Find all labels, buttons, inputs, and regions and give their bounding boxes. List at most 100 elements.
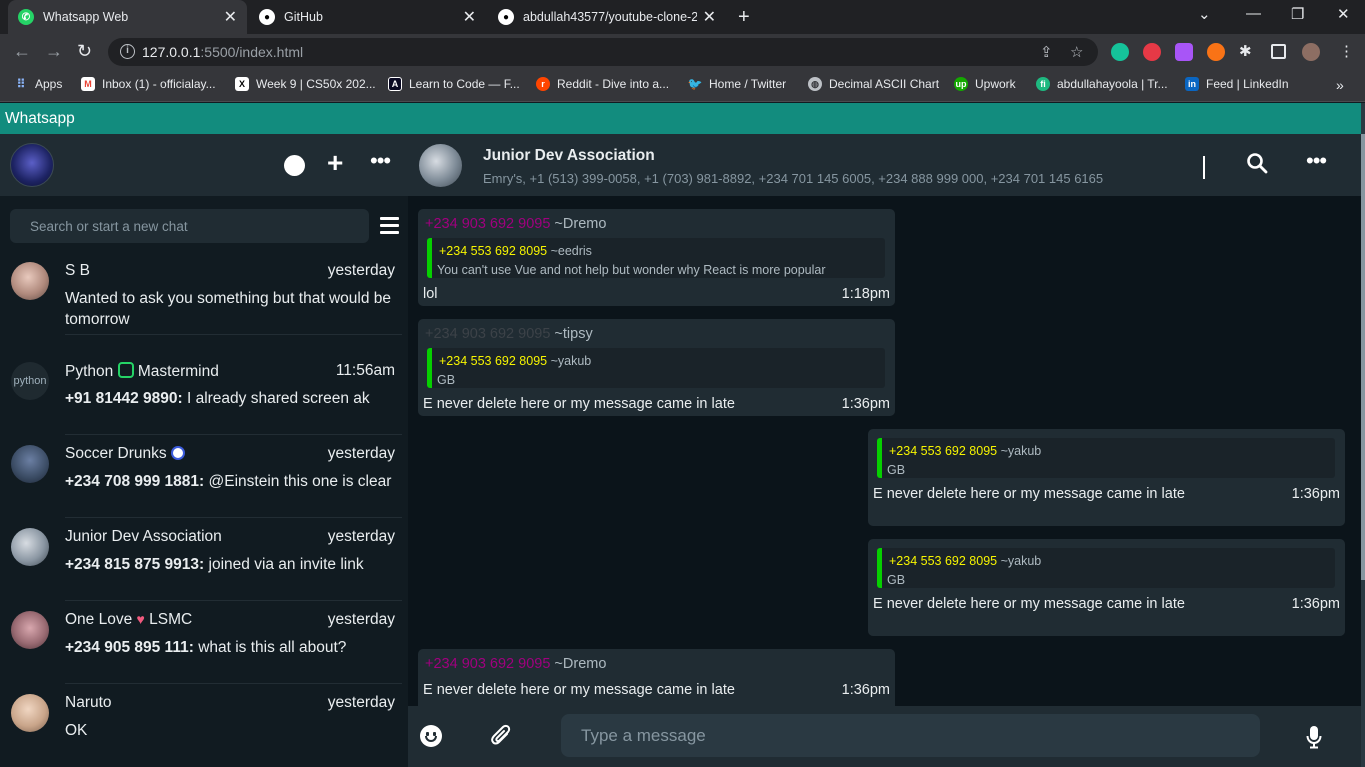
chat-list-item[interactable]: S B yesterday Wanted to ask you somethin… — [0, 252, 408, 335]
search-input[interactable] — [10, 209, 369, 243]
chat-time: yesterday — [327, 445, 395, 462]
emoji-icon[interactable] — [420, 725, 442, 747]
message-time: 1:36pm — [841, 682, 890, 698]
twitter-icon: 🐦 — [687, 77, 703, 91]
conversation-title[interactable]: Junior Dev Association — [483, 147, 655, 165]
bookmark-upwork[interactable]: up Upwork — [954, 77, 1016, 91]
info-icon[interactable]: i — [120, 44, 135, 59]
profile-avatar[interactable] — [1302, 43, 1320, 61]
bookmark-reddit[interactable]: r Reddit - Dive into a... — [536, 77, 669, 91]
extension-orange-icon[interactable] — [1207, 43, 1225, 61]
chat-time: yesterday — [327, 611, 395, 628]
sender-nick: ~tipsy — [554, 326, 593, 342]
message-time: 1:36pm — [841, 396, 890, 412]
grammarly-icon[interactable] — [1111, 43, 1129, 61]
cs50-icon: X — [235, 77, 249, 91]
url-text[interactable]: 127.0.0.1:5500/index.html — [142, 44, 303, 60]
group-avatar[interactable] — [419, 144, 462, 187]
quoted-message[interactable]: +234 553 692 8095 ~yakub GB — [427, 348, 885, 388]
close-icon[interactable]: ✕ — [463, 7, 476, 27]
apps-grid-icon: ⠿ — [16, 77, 26, 91]
app-header: Whatsapp — [0, 103, 1361, 134]
side-panel-icon[interactable] — [1271, 44, 1286, 59]
avatar — [11, 528, 49, 566]
quoted-text: GB — [887, 463, 906, 477]
bookmark-label: Inbox (1) - officialay... — [102, 77, 216, 91]
chat-list-item[interactable]: python Python Mastermind 11:56am +91 814… — [0, 352, 408, 435]
quoted-text: You can't use Vue and not help but wonde… — [437, 263, 826, 277]
search-icon[interactable] — [1246, 152, 1268, 174]
extension-red-icon[interactable] — [1143, 43, 1161, 61]
tab-whatsapp-web[interactable]: ✆ Whatsapp Web ✕ — [8, 0, 247, 34]
sender-nick: ~Dremo — [554, 656, 607, 672]
whatsapp-icon: ✆ — [18, 9, 34, 25]
conversation-menu-icon[interactable]: ••• — [1306, 148, 1327, 174]
message-bubble-outgoing: +234 553 692 8095 ~yakub GB E never dele… — [868, 539, 1345, 636]
bookmark-star-icon[interactable]: ☆ — [1070, 43, 1083, 61]
chat-list-item[interactable]: One Love ♥ LSMC yesterday +234 905 895 1… — [0, 601, 408, 684]
kebab-menu-icon[interactable]: ⋮ — [1339, 42, 1354, 60]
more-bookmarks-icon[interactable]: » — [1336, 77, 1344, 93]
bookmark-linkedin[interactable]: in Feed | LinkedIn — [1185, 77, 1289, 91]
bookmark-cs50[interactable]: X Week 9 | CS50x 202... — [235, 77, 376, 91]
quoted-message[interactable]: +234 553 692 8095 ~yakub GB — [877, 548, 1335, 588]
tab-youtube-clone[interactable]: ● abdullah43577/youtube-clone-2022 ✕ — [488, 0, 726, 34]
sender-number: +234 903 692 9095 — [425, 216, 551, 232]
extension-purple-icon[interactable] — [1175, 43, 1193, 61]
share-icon[interactable]: ⇪ — [1040, 43, 1053, 61]
message-text: E never delete here or my message came i… — [423, 682, 735, 698]
back-icon[interactable]: ← — [13, 41, 31, 62]
chat-list-item[interactable]: Soccer Drunks yesterday +234 708 999 188… — [0, 435, 408, 518]
status-icon[interactable] — [284, 155, 305, 176]
bookmark-freecodecamp[interactable]: A Learn to Code — F... — [388, 77, 520, 91]
close-icon[interactable]: ✕ — [703, 7, 716, 27]
tab-title: Whatsapp Web — [43, 10, 129, 24]
tab-github[interactable]: ● GitHub ✕ — [249, 0, 486, 34]
conversation-header: Junior Dev Association Emry's, +1 (513) … — [408, 134, 1361, 196]
bookmark-apps[interactable]: ⠿ Apps — [14, 77, 63, 91]
sender-number: +234 903 692 9095 — [425, 656, 551, 672]
chat-list-item[interactable]: Junior Dev Association yesterday +234 81… — [0, 518, 408, 601]
close-icon[interactable]: ✕ — [224, 7, 237, 27]
bookmark-abdullahayoola[interactable]: fi abdullahayoola | Tr... — [1036, 77, 1168, 91]
window-close-icon[interactable]: ✕ — [1337, 5, 1350, 23]
address-bar[interactable]: i 127.0.0.1:5500/index.html ⇪ ☆ — [108, 38, 1098, 66]
linkedin-icon: in — [1185, 77, 1199, 91]
profile-avatar[interactable] — [10, 143, 54, 187]
quoted-message[interactable]: +234 553 692 8095 ~yakub GB — [877, 438, 1335, 478]
quoted-nick: ~yakub — [1000, 444, 1042, 458]
message-time: 1:18pm — [841, 286, 890, 302]
hamburger-icon[interactable] — [380, 217, 399, 238]
quoted-sender: +234 553 692 8095 ~eedris — [439, 244, 592, 258]
page-scrollbar-thumb[interactable] — [1361, 134, 1365, 580]
paperclip-icon[interactable] — [490, 724, 512, 748]
message-bubble-outgoing: +234 553 692 8095 ~yakub GB E never dele… — [868, 429, 1345, 526]
bookmark-ascii-chart[interactable]: ◍ Decimal ASCII Chart — [808, 77, 939, 91]
divider — [1203, 156, 1205, 179]
quoted-message[interactable]: +234 553 692 8095 ~eedris You can't use … — [427, 238, 885, 278]
tab-search-chevron-icon[interactable]: ⌄ — [1198, 5, 1211, 23]
message-text: E never delete here or my message came i… — [873, 486, 1185, 502]
new-tab-button[interactable]: + — [738, 6, 750, 29]
quoted-nick: ~eedris — [550, 244, 592, 258]
new-chat-plus-icon[interactable]: + — [327, 149, 343, 177]
quoted-nick: ~yakub — [550, 354, 592, 368]
message-input[interactable] — [561, 714, 1260, 757]
message-list: +234 903 692 9095 ~Dremo +234 553 692 80… — [408, 196, 1361, 706]
bookmark-gmail[interactable]: M Inbox (1) - officialay... — [81, 77, 216, 91]
microphone-icon[interactable] — [1306, 725, 1322, 749]
chat-list-item[interactable]: Naruto yesterday OK — [0, 684, 408, 767]
reload-icon[interactable]: ↻ — [77, 41, 92, 62]
minimize-icon[interactable]: — — [1246, 5, 1261, 22]
chat-preview: +234 905 895 111: what is this all about… — [65, 637, 402, 658]
message-bubble-incoming: +234 903 692 9095 ~Dremo E never delete … — [418, 649, 895, 706]
forward-icon[interactable]: → — [45, 41, 63, 62]
bookmark-twitter[interactable]: 🐦 Home / Twitter — [687, 77, 787, 91]
extensions-puzzle-icon[interactable]: ✱ — [1239, 42, 1252, 60]
sidebar-menu-icon[interactable]: ••• — [370, 148, 391, 174]
quoted-number: +234 553 692 8095 — [439, 244, 548, 258]
maximize-icon[interactable]: ❐ — [1291, 5, 1304, 23]
quoted-number: +234 553 692 8095 — [439, 354, 548, 368]
bookmark-label: Reddit - Dive into a... — [557, 77, 670, 91]
globe-icon: ◍ — [808, 77, 822, 91]
